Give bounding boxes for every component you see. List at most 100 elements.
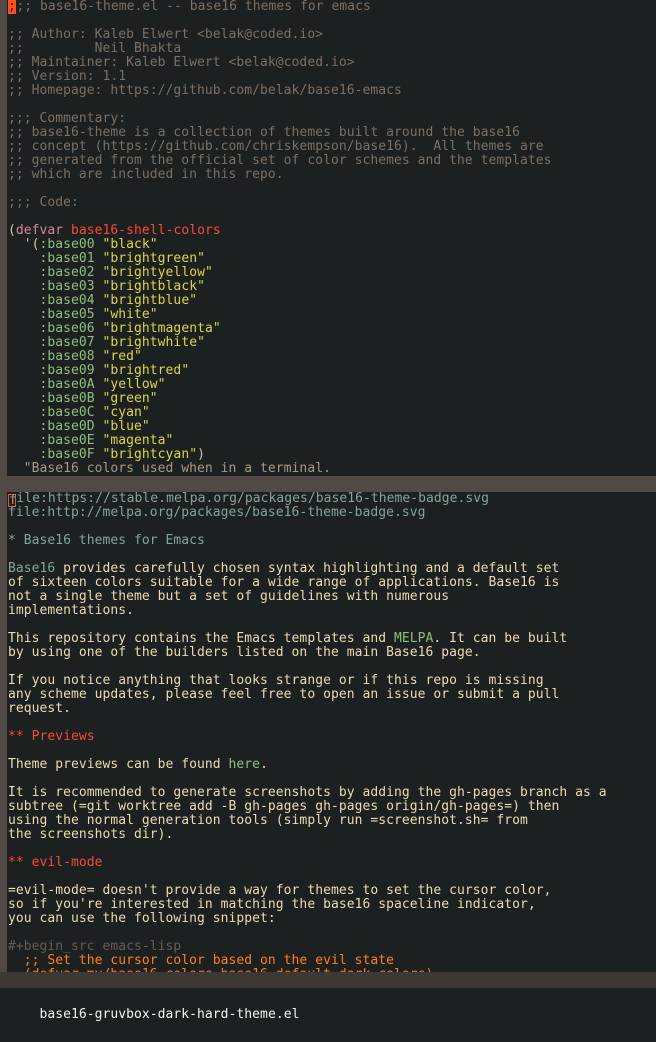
buffer-base16-theme-el[interactable]: ;;; base16-theme.el -- base16 themes for…: [0, 0, 656, 476]
buffer-line[interactable]: :base0A "yellow": [8, 378, 656, 392]
text-span: "green": [102, 391, 158, 406]
buffer-line[interactable]: "Base16 colors used when in a terminal.: [8, 462, 656, 476]
text-span: subtree (=git worktree add -B gh-pages g…: [8, 799, 560, 814]
buffer-line[interactable]: :base0B "green": [8, 392, 656, 406]
buffer-line[interactable]: :base04 "brightblue": [8, 294, 656, 308]
window-base16-theme-el[interactable]: ;;; base16-theme.el -- base16 themes for…: [0, 0, 656, 492]
buffer-line[interactable]: ** Previews: [8, 730, 656, 744]
text-span: "brightblue": [102, 293, 198, 308]
text-span: [95, 349, 103, 364]
buffer-line[interactable]: ;; Author: Kaleb Elwert <belak@coded.io>: [8, 28, 656, 42]
echo-message: base16-gruvbox-dark-hard-theme.el: [39, 1007, 300, 1022]
buffer-readme-org[interactable]: file:https://stable.melpa.org/packages/b…: [0, 492, 656, 973]
text-span: [95, 447, 103, 462]
buffer-line[interactable]: the screenshots dir).: [8, 828, 656, 842]
buffer-line[interactable]: ** evil-mode: [8, 856, 656, 870]
modeline-bottom[interactable]: -:--- README.org Top L1 Git-master (Org): [0, 972, 656, 988]
buffer-line[interactable]: [8, 870, 656, 884]
buffer-line[interactable]: :base02 "brightyellow": [8, 266, 656, 280]
text-span: ile:https://stable.melpa.org/packages/ba…: [16, 492, 490, 506]
buffer-line[interactable]: file:https://stable.melpa.org/packages/b…: [8, 492, 656, 507]
buffer-text-bottom[interactable]: file:https://stable.melpa.org/packages/b…: [8, 492, 656, 972]
buffer-line[interactable]: Base16 provides carefully chosen syntax …: [8, 562, 656, 576]
buffer-line[interactable]: [8, 14, 656, 28]
text-span: [8, 433, 40, 448]
buffer-line[interactable]: not a single theme but a set of guidelin…: [8, 590, 656, 604]
text-span: so if you're interested in matching the …: [8, 897, 536, 912]
buffer-line[interactable]: [8, 744, 656, 758]
buffer-line[interactable]: [8, 98, 656, 112]
buffer-line[interactable]: ;; Neil Bhakta: [8, 42, 656, 56]
text-span: :base01: [39, 251, 95, 266]
text-span: '(: [8, 237, 40, 252]
buffer-line[interactable]: :base0C "cyan": [8, 406, 656, 420]
buffer-line[interactable]: :base05 "white": [8, 308, 656, 322]
buffer-line[interactable]: :base07 "brightwhite": [8, 336, 656, 350]
buffer-line[interactable]: (defvar base16-shell-colors: [8, 224, 656, 238]
text-span: [8, 293, 40, 308]
buffer-line[interactable]: :base09 "brightred": [8, 364, 656, 378]
buffer-line[interactable]: [8, 716, 656, 730]
buffer-line[interactable]: :base06 "brightmagenta": [8, 322, 656, 336]
text-span: "brightred": [102, 363, 190, 378]
buffer-line[interactable]: Theme previews can be found here.: [8, 758, 656, 772]
buffer-line[interactable]: * Base16 themes for Emacs: [8, 534, 656, 548]
buffer-line[interactable]: It is recommended to generate screenshot…: [8, 786, 656, 800]
buffer-line[interactable]: ;; generated from the official set of co…: [8, 154, 656, 168]
buffer-line[interactable]: so if you're interested in matching the …: [8, 898, 656, 912]
buffer-line[interactable]: implementations.: [8, 604, 656, 618]
text-span: ): [197, 447, 205, 462]
echo-area[interactable]: base16-gruvbox-dark-hard-theme.el: [0, 988, 656, 1022]
buffer-line[interactable]: ;; Maintainer: Kaleb Elwert <belak@coded…: [8, 56, 656, 70]
buffer-line[interactable]: [8, 182, 656, 196]
text-span: [8, 363, 40, 378]
text-span: [95, 363, 103, 378]
buffer-line[interactable]: :base03 "brightblack": [8, 280, 656, 294]
buffer-line[interactable]: [8, 618, 656, 632]
window-readme-org[interactable]: file:https://stable.melpa.org/packages/b…: [0, 492, 656, 988]
buffer-line[interactable]: [8, 926, 656, 940]
buffer-line[interactable]: [8, 772, 656, 786]
buffer-line[interactable]: request.: [8, 702, 656, 716]
text-span: ;; which are included in this repo.: [8, 167, 284, 182]
buffer-line[interactable]: ;; Set the cursor color based on the evi…: [8, 954, 656, 968]
buffer-line[interactable]: :base0F "brightcyan"): [8, 448, 656, 462]
modeline-top[interactable]: -:--- base16-theme.el Top L1 Git-master …: [0, 476, 656, 492]
buffer-line[interactable]: If you notice anything that looks strang…: [8, 674, 656, 688]
buffer-line[interactable]: ;; Homepage: https://github.com/belak/ba…: [8, 84, 656, 98]
buffer-line[interactable]: you can use the following snippet:: [8, 912, 656, 926]
buffer-line[interactable]: ;; concept (https://github.com/chriskemp…: [8, 140, 656, 154]
buffer-line[interactable]: ;;; Code:: [8, 196, 656, 210]
text-span: ;; Maintainer: Kaleb Elwert <belak@coded…: [8, 55, 355, 70]
text-span: "yellow": [102, 377, 166, 392]
buffer-line[interactable]: ;;; base16-theme.el -- base16 themes for…: [8, 0, 656, 14]
buffer-line[interactable]: #+begin_src emacs-lisp: [8, 940, 656, 954]
buffer-line[interactable]: :base0D "blue": [8, 420, 656, 434]
buffer-line[interactable]: of sixteen colors suitable for a wide ra…: [8, 576, 656, 590]
buffer-line[interactable]: :base0E "magenta": [8, 434, 656, 448]
buffer-line[interactable]: =evil-mode= doesn't provide a way for th…: [8, 884, 656, 898]
buffer-line[interactable]: This repository contains the Emacs templ…: [8, 632, 656, 646]
buffer-line[interactable]: [8, 548, 656, 562]
buffer-line[interactable]: ;;; Commentary:: [8, 112, 656, 126]
buffer-line[interactable]: file:http://melpa.org/packages/base16-th…: [8, 506, 656, 520]
buffer-line[interactable]: any scheme updates, please feel free to …: [8, 688, 656, 702]
buffer-line[interactable]: [8, 842, 656, 856]
buffer-line[interactable]: (defvar my/base16-colors base16-default-…: [8, 968, 656, 973]
buffer-line[interactable]: ;; which are included in this repo.: [8, 168, 656, 182]
buffer-line[interactable]: ;; base16-theme is a collection of theme…: [8, 126, 656, 140]
text-span: "magenta": [102, 433, 174, 448]
buffer-line[interactable]: ;; Version: 1.1: [8, 70, 656, 84]
text-span: ;; Set the cursor color based on the evi…: [8, 953, 394, 968]
buffer-line[interactable]: [8, 660, 656, 674]
buffer-line[interactable]: :base08 "red": [8, 350, 656, 364]
buffer-text-top[interactable]: ;;; base16-theme.el -- base16 themes for…: [8, 0, 656, 476]
buffer-line[interactable]: using the normal generation tools (simpl…: [8, 814, 656, 828]
buffer-line[interactable]: subtree (=git worktree add -B gh-pages g…: [8, 800, 656, 814]
text-span: provides carefully chosen syntax highlig…: [55, 561, 560, 576]
buffer-line[interactable]: by using one of the builders listed on t…: [8, 646, 656, 660]
buffer-line[interactable]: [8, 210, 656, 224]
buffer-line[interactable]: '(:base00 "black": [8, 238, 656, 252]
buffer-line[interactable]: :base01 "brightgreen": [8, 252, 656, 266]
buffer-line[interactable]: [8, 520, 656, 534]
